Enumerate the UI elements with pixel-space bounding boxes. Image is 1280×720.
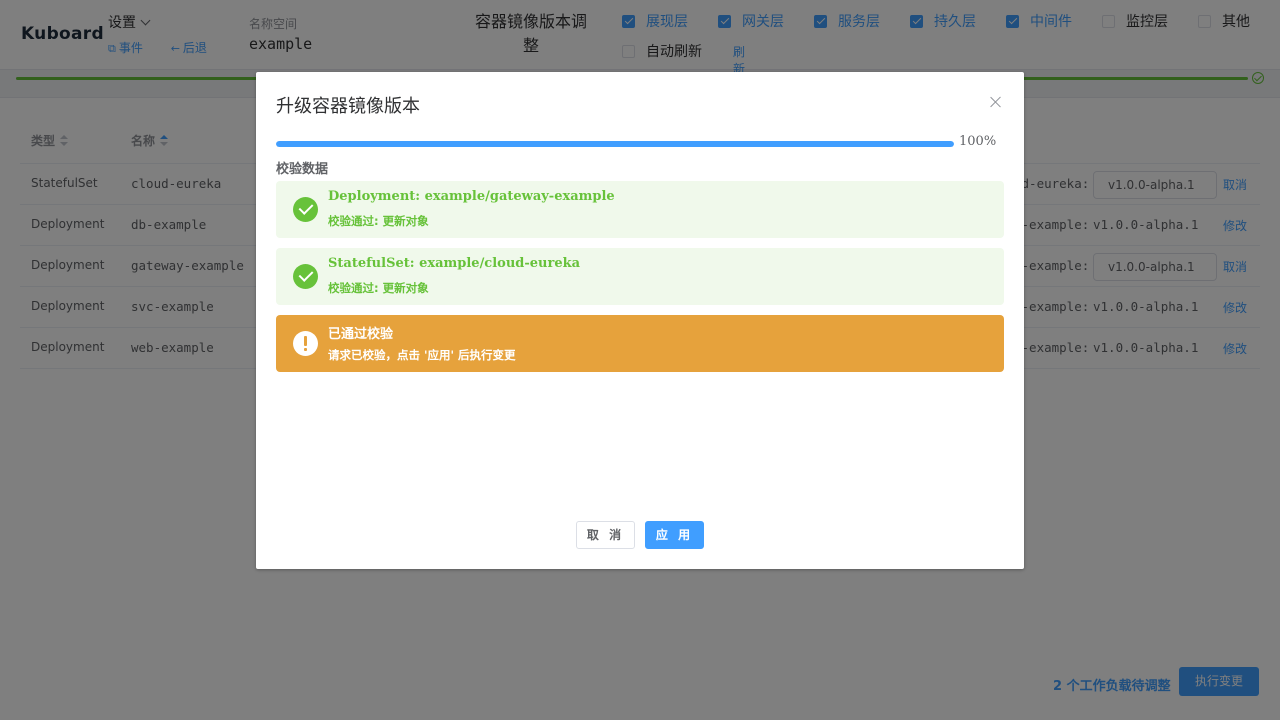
warning-icon — [293, 331, 318, 356]
upgrade-image-dialog: 升级容器镜像版本 100% 校验数据 Deployment: example/g… — [256, 72, 1024, 569]
check-circle-icon — [293, 264, 318, 289]
alert-warning: 已通过校验 请求已校验，点击 '应用' 后执行变更 — [276, 315, 1004, 372]
apply-button[interactable]: 应 用 — [645, 521, 704, 549]
alert-description: 校验通过: 更新对象 — [328, 214, 429, 228]
alert-title: Deployment: example/gateway-example — [328, 189, 615, 204]
alert-description: 校验通过: 更新对象 — [328, 281, 429, 295]
close-icon[interactable] — [990, 96, 1002, 108]
alert-description: 请求已校验，点击 '应用' 后执行变更 — [328, 348, 516, 362]
cancel-button[interactable]: 取 消 — [576, 521, 635, 549]
alert-title: StatefulSet: example/cloud-eureka — [328, 256, 581, 271]
alert-success: StatefulSet: example/cloud-eureka 校验通过: … — [276, 248, 1004, 305]
alert-title: 已通过校验 — [328, 327, 394, 342]
validation-progress-fill — [276, 141, 954, 147]
check-circle-icon — [293, 197, 318, 222]
validation-progress — [276, 141, 954, 147]
section-label: 校验数据 — [276, 162, 329, 177]
dialog-title: 升级容器镜像版本 — [276, 96, 420, 117]
alert-success: Deployment: example/gateway-example 校验通过… — [276, 181, 1004, 238]
progress-text: 100% — [959, 134, 997, 149]
